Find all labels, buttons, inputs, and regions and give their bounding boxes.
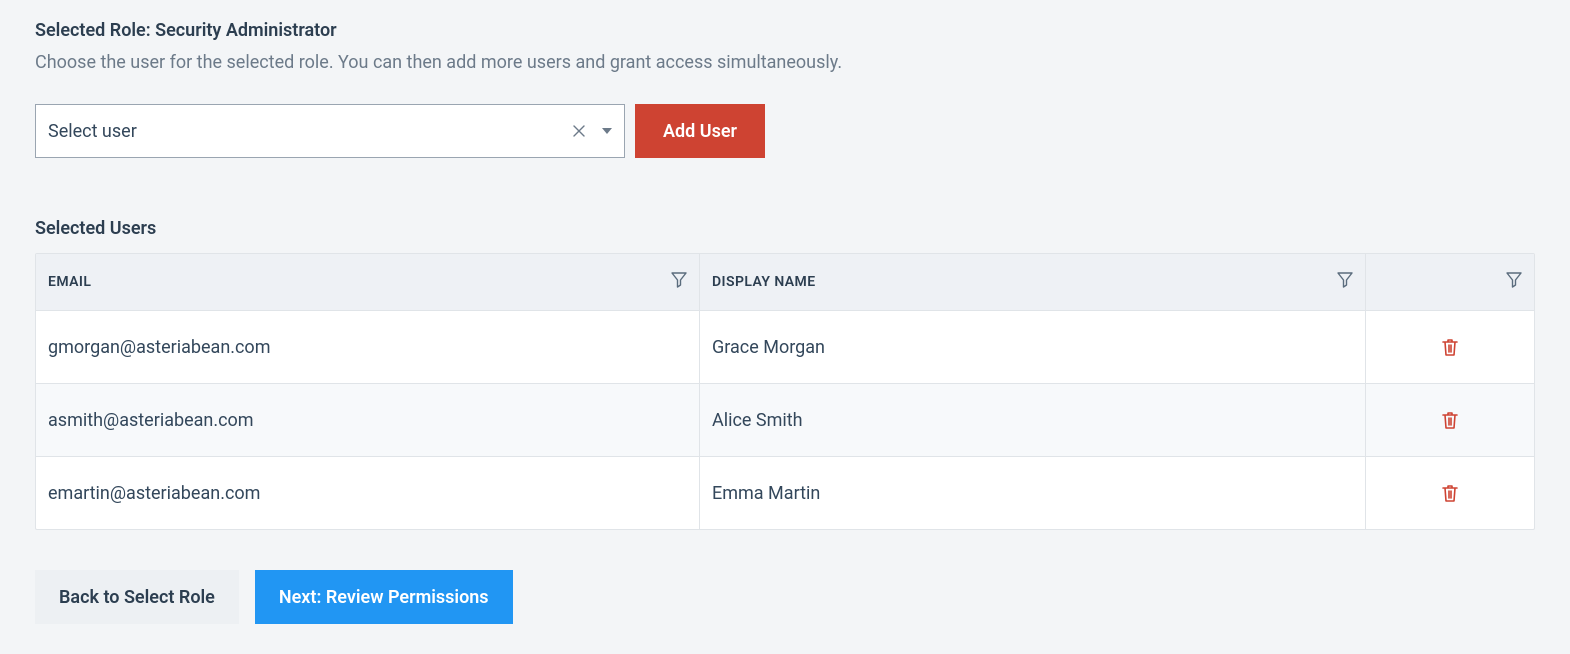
cell-actions — [1366, 457, 1534, 529]
delete-row-button[interactable] — [1436, 479, 1464, 507]
cell-actions — [1366, 311, 1534, 383]
selected-role-title: Selected Role: Security Administrator — [35, 20, 1535, 41]
column-header-email-label: EMAIL — [48, 274, 91, 290]
selected-users-title: Selected Users — [35, 218, 1535, 239]
table-row: asmith@asteriabean.comAlice Smith — [36, 384, 1534, 457]
clear-icon[interactable] — [572, 124, 586, 138]
column-header-display-name-label: DISPLAY NAME — [712, 274, 816, 290]
footer-buttons: Back to Select Role Next: Review Permiss… — [35, 570, 1535, 624]
cell-email: emartin@asteriabean.com — [36, 457, 700, 529]
cell-actions — [1366, 384, 1534, 456]
column-header-actions — [1366, 254, 1534, 310]
delete-row-button[interactable] — [1436, 406, 1464, 434]
select-user-dropdown[interactable]: Select user — [35, 104, 625, 158]
column-header-display-name[interactable]: DISPLAY NAME — [700, 254, 1366, 310]
add-user-button[interactable]: Add User — [635, 104, 765, 158]
filter-icon[interactable] — [1506, 272, 1522, 292]
filter-icon[interactable] — [671, 272, 687, 292]
table-header: EMAIL DISPLAY NAME — [36, 254, 1534, 311]
selected-role-description: Choose the user for the selected role. Y… — [35, 49, 1535, 76]
caret-down-icon[interactable] — [602, 128, 612, 134]
select-user-placeholder: Select user — [48, 121, 572, 142]
selected-users-table: EMAIL DISPLAY NAME gmorgan@asteriabean.c… — [35, 253, 1535, 530]
table-row: gmorgan@asteriabean.comGrace Morgan — [36, 311, 1534, 384]
table-row: emartin@asteriabean.comEmma Martin — [36, 457, 1534, 529]
next-button[interactable]: Next: Review Permissions — [255, 570, 513, 624]
table-body: gmorgan@asteriabean.comGrace Morganasmit… — [36, 311, 1534, 529]
column-header-email[interactable]: EMAIL — [36, 254, 700, 310]
filter-icon[interactable] — [1337, 272, 1353, 292]
cell-display-name: Emma Martin — [700, 457, 1366, 529]
add-user-row: Select user Add User — [35, 104, 1535, 158]
cell-display-name: Grace Morgan — [700, 311, 1366, 383]
back-button[interactable]: Back to Select Role — [35, 570, 239, 624]
cell-email: gmorgan@asteriabean.com — [36, 311, 700, 383]
delete-row-button[interactable] — [1436, 333, 1464, 361]
cell-email: asmith@asteriabean.com — [36, 384, 700, 456]
cell-display-name: Alice Smith — [700, 384, 1366, 456]
